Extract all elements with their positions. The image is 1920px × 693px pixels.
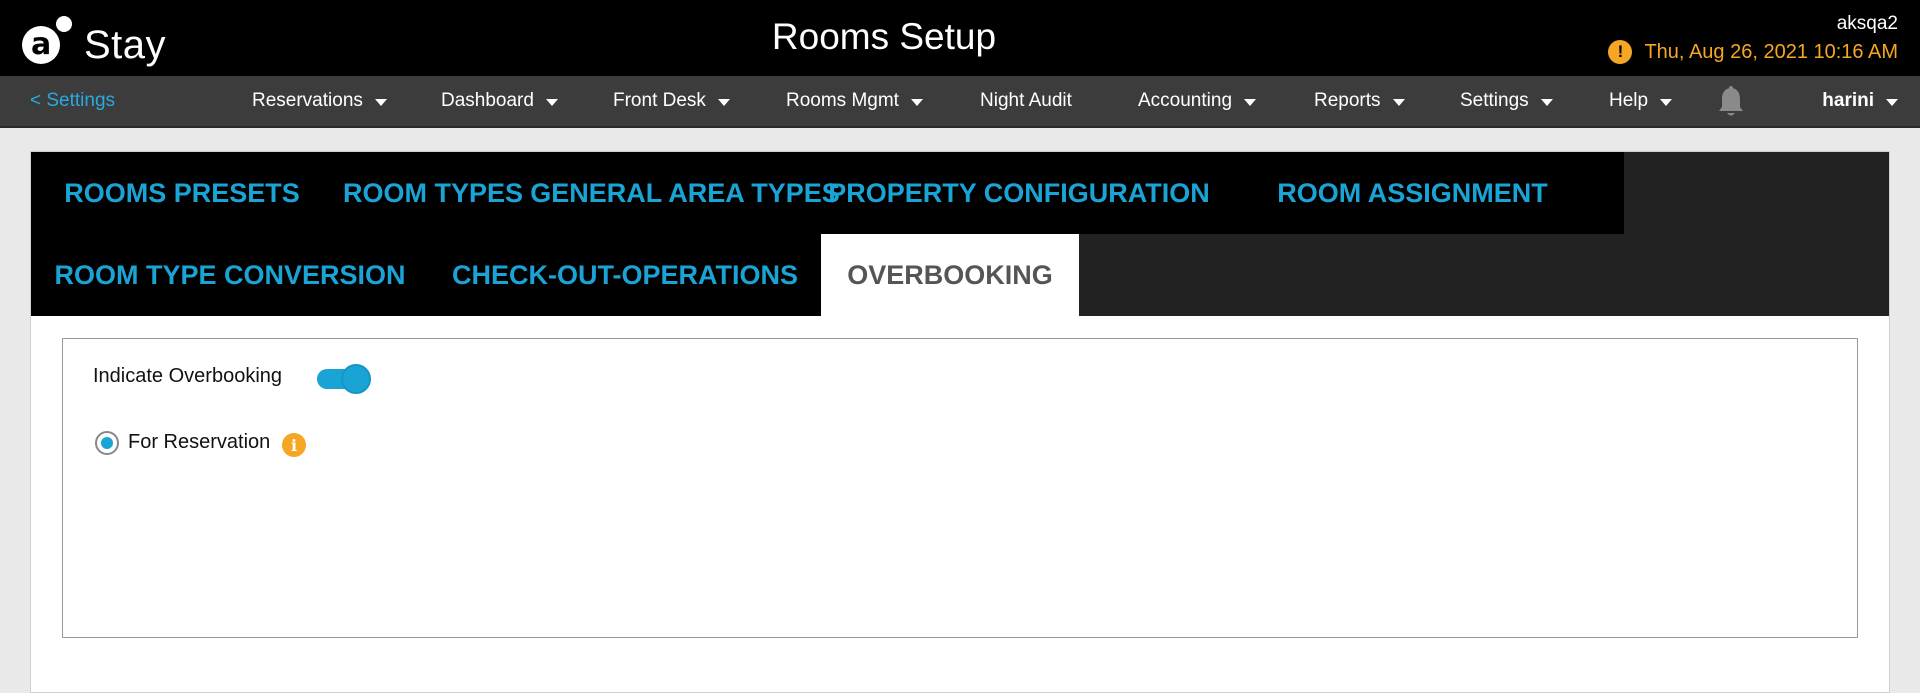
nav-label: Reports (1314, 90, 1381, 111)
nav-reservations[interactable]: Reservations (252, 90, 387, 112)
radio-selected-dot (101, 437, 113, 449)
nav-settings[interactable]: Settings (1460, 90, 1553, 112)
nav-label: Accounting (1138, 90, 1233, 111)
tab-room-assignment[interactable]: ROOM ASSIGNMENT (1201, 152, 1624, 234)
nav-reports[interactable]: Reports (1314, 90, 1405, 112)
nav-label: Night Audit (980, 90, 1072, 111)
caret-down-icon (1392, 98, 1405, 106)
nav-accounting[interactable]: Accounting (1138, 90, 1257, 112)
nav-help[interactable]: Help (1609, 90, 1673, 112)
indicate-overbooking-label: Indicate Overbooking (93, 365, 283, 387)
alert-icon[interactable]: ! (1608, 40, 1633, 64)
tab-property-configuration[interactable]: PROPERTY CONFIGURATION (828, 152, 1210, 234)
caret-down-icon (1886, 98, 1898, 106)
datetime-text: Thu, Aug 26, 2021 10:16 AM (1644, 40, 1898, 63)
tab-rooms-presets[interactable]: ROOMS PRESETS (31, 152, 333, 234)
page-title: Rooms Setup (771, 16, 997, 57)
toggle-knob (341, 364, 371, 394)
user-menu-name: harini (1822, 90, 1874, 111)
nav-label: Rooms Mgmt (786, 90, 899, 111)
tab-general-area-types[interactable]: GENERAL AREA TYPES (530, 152, 840, 234)
bell-icon[interactable] (1716, 85, 1746, 119)
caret-down-icon (717, 98, 730, 106)
top-header: a Stay Rooms Setup aksqa2 ! Thu, Aug 26,… (0, 0, 1920, 76)
nav-front-desk[interactable]: Front Desk (613, 90, 730, 112)
caret-down-icon (1540, 98, 1553, 106)
caret-down-icon (545, 98, 558, 106)
nav-label: Help (1609, 90, 1649, 111)
business-datetime: ! Thu, Aug 26, 2021 10:16 AM (1608, 40, 1898, 64)
account-name: aksqa2 (1836, 13, 1898, 34)
tab-overbooking[interactable]: OVERBOOKING (821, 234, 1079, 316)
tab-room-type-conversion[interactable]: ROOM TYPE CONVERSION (31, 234, 429, 316)
main-nav: < Settings Reservations Dashboard Front … (0, 76, 1920, 128)
nav-label: Front Desk (613, 90, 706, 111)
tab-bar: ROOMS PRESETS ROOM TYPES GENERAL AREA TY… (31, 152, 1889, 316)
caret-down-icon (910, 98, 923, 106)
indicate-overbooking-toggle[interactable] (317, 364, 371, 394)
for-reservation-label[interactable]: For Reservation (128, 431, 270, 454)
caret-down-icon (374, 98, 387, 106)
tab-row-1: ROOMS PRESETS ROOM TYPES GENERAL AREA TY… (31, 152, 1624, 234)
user-menu[interactable]: harini (1822, 90, 1898, 112)
info-icon[interactable]: i (282, 433, 306, 457)
caret-down-icon (1244, 98, 1257, 106)
nav-dashboard[interactable]: Dashboard (441, 90, 558, 112)
nav-label: Settings (1460, 90, 1529, 111)
for-reservation-radio[interactable] (95, 431, 119, 455)
tab-room-types[interactable]: ROOM TYPES (333, 152, 533, 234)
tab-check-out-operations[interactable]: CHECK-OUT-OPERATIONS (429, 234, 821, 316)
tab-row-2: ROOM TYPE CONVERSION CHECK-OUT-OPERATION… (31, 234, 821, 316)
overbooking-settings: Indicate Overbooking For Reservation i (62, 338, 1858, 638)
nav-label: Reservations (252, 90, 363, 111)
caret-down-icon (1660, 98, 1673, 106)
back-to-settings-link[interactable]: < Settings (30, 90, 115, 112)
nav-rooms-mgmt[interactable]: Rooms Mgmt (786, 90, 923, 112)
nav-night-audit[interactable]: Night Audit (980, 90, 1072, 112)
nav-label: Dashboard (441, 90, 534, 111)
rooms-setup-panel: ROOMS PRESETS ROOM TYPES GENERAL AREA TY… (30, 151, 1890, 693)
